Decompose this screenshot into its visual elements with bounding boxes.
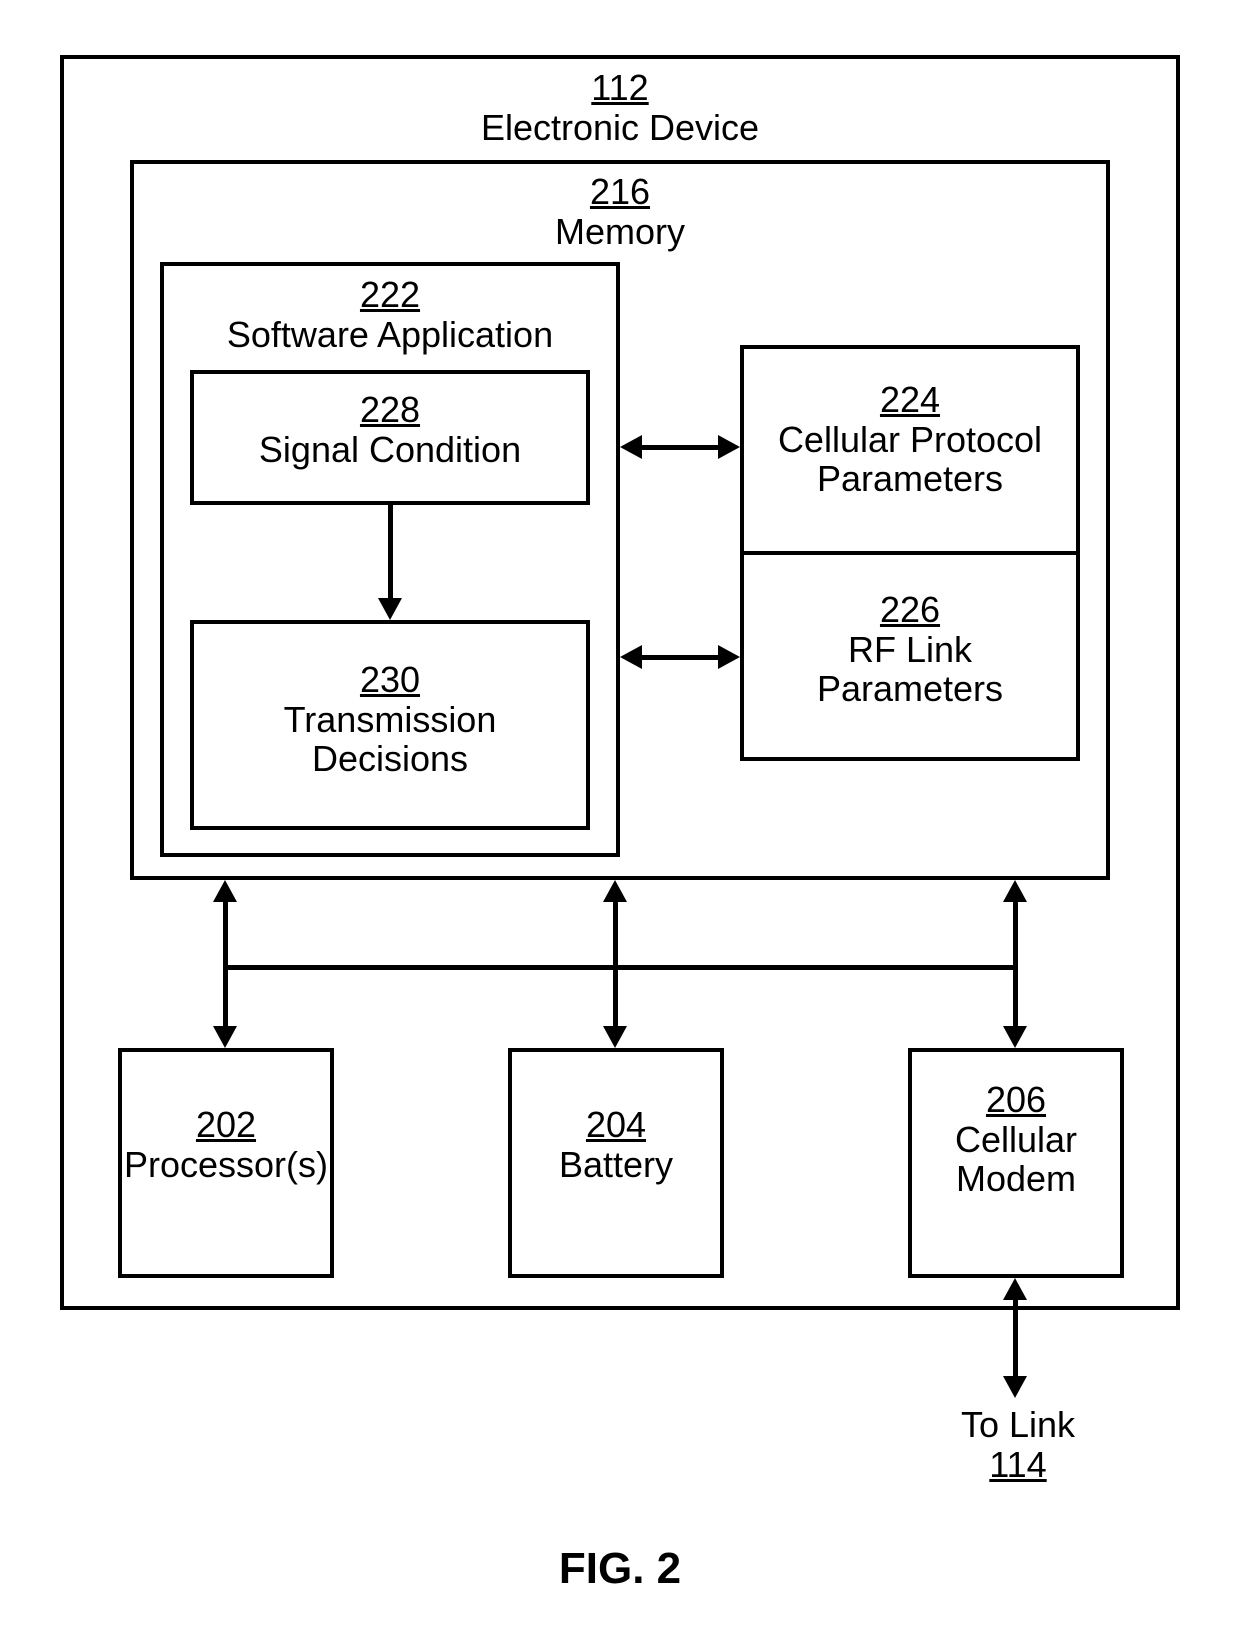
arrow-software-cpp [640,445,720,450]
signal-condition-name: Signal Condition [190,430,590,470]
mem-bus-mid [613,900,618,967]
modem-name: Cellular Modem [908,1120,1124,1199]
figure-label: FIG. 2 [0,1545,1240,1593]
cpp-label: 224 Cellular Protocol Parameters [740,380,1080,499]
software-application-name: Software Application [200,315,580,355]
modem-link-line [1013,1298,1018,1378]
transmission-decisions-name: Transmission Decisions [190,700,590,779]
arrow-software-rf-head-right [718,645,740,669]
modem-label: 206 Cellular Modem [908,1080,1124,1199]
arrow-software-cpp-head-left [620,435,642,459]
signal-condition-ref: 228 [190,390,590,430]
mem-bus-left-head-up [213,880,237,902]
arrow-software-cpp-head-right [718,435,740,459]
bus-proc-head [213,1026,237,1048]
software-application-ref: 222 [200,275,580,315]
bus-line [225,965,1015,970]
memory-label: 216 Memory [470,172,770,251]
battery-ref: 204 [508,1105,724,1145]
arrow-software-rf-head-left [620,645,642,669]
electronic-device-label: 112 Electronic Device [420,68,820,147]
signal-condition-label: 228 Signal Condition [190,390,590,469]
bus-modem-head [1003,1026,1027,1048]
link-out-text: To Link [910,1405,1126,1445]
cpp-ref: 224 [740,380,1080,420]
bus-batt-head [603,1026,627,1048]
diagram-canvas: 112 Electronic Device 216 Memory 222 Sof… [0,0,1240,1625]
mem-bus-right [1013,900,1018,967]
rf-name: RF Link Parameters [740,630,1080,709]
modem-ref: 206 [908,1080,1124,1120]
processor-ref: 202 [118,1105,334,1145]
memory-name: Memory [470,212,770,252]
memory-ref: 216 [470,172,770,212]
mem-bus-mid-head-up [603,880,627,902]
mem-bus-right-head-up [1003,880,1027,902]
link-out-label: To Link 114 [910,1405,1126,1484]
software-application-label: 222 Software Application [200,275,580,354]
arrow-software-rf [640,655,720,660]
battery-label: 204 Battery [508,1105,724,1184]
figure-label-text: FIG. 2 [559,1544,681,1593]
bus-modem [1013,965,1018,1028]
cpp-name: Cellular Protocol Parameters [740,420,1080,499]
electronic-device-ref: 112 [420,68,820,108]
processor-name: Processor(s) [118,1145,334,1185]
modem-link-head-down [1003,1376,1027,1398]
rf-ref: 226 [740,590,1080,630]
modem-link-head-up [1003,1278,1027,1300]
link-out-ref: 114 [910,1445,1126,1485]
arrow-signal-to-trans [388,505,393,600]
transmission-decisions-ref: 230 [190,660,590,700]
transmission-decisions-label: 230 Transmission Decisions [190,660,590,779]
bus-batt [613,965,618,1028]
bus-proc [223,965,228,1028]
battery-name: Battery [508,1145,724,1185]
mem-bus-left [223,900,228,967]
arrow-signal-to-trans-head [378,598,402,620]
processor-label: 202 Processor(s) [118,1105,334,1184]
electronic-device-name: Electronic Device [420,108,820,148]
rf-label: 226 RF Link Parameters [740,590,1080,709]
